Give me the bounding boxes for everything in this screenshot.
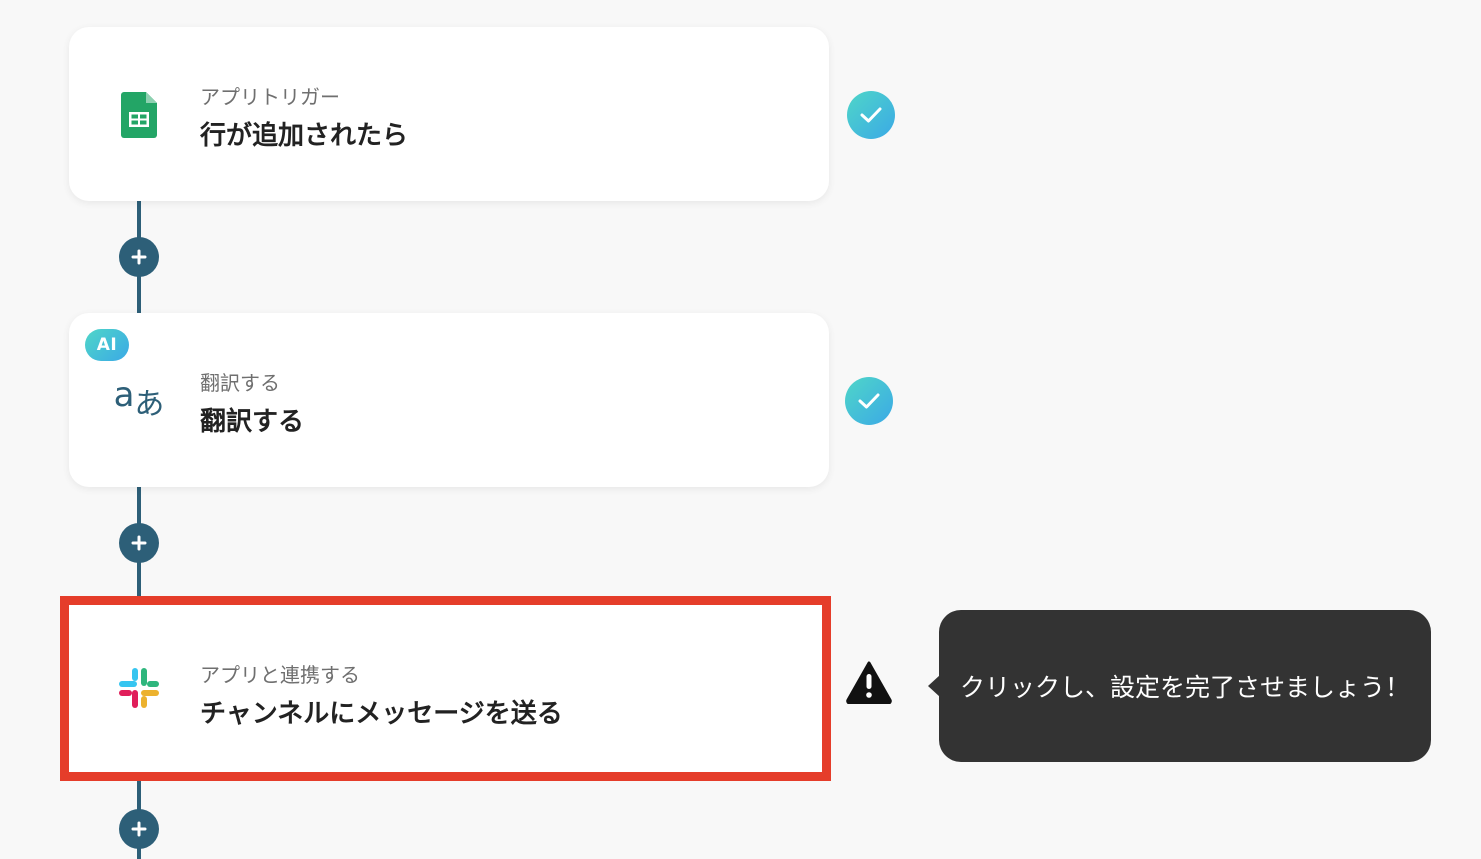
translate-latin-glyph: a [113,375,135,415]
plus-icon [131,535,147,551]
warning-icon [845,660,893,705]
add-step-button[interactable] [119,809,159,849]
google-sheets-icon [113,89,165,141]
step-subtitle: 翻訳する [200,371,280,395]
setup-tooltip: クリックし、設定を完了させましょう！ [939,610,1431,762]
step-card-translate[interactable]: AI aあ 翻訳する 翻訳する [69,313,829,487]
add-step-button[interactable] [119,523,159,563]
step-subtitle: アプリと連携する [200,663,360,687]
slack-icon [113,662,165,714]
step-title: 行が追加されたら [200,121,409,151]
step-card-slack[interactable]: アプリと連携する チャンネルにメッセージを送る [60,596,831,781]
flow-canvas: アプリトリガー 行が追加されたら AI aあ 翻訳する 翻訳する アプリと連携す… [0,0,1481,859]
ai-badge: AI [85,329,129,361]
tooltip-text: クリックし、設定を完了させましょう！ [959,673,1410,702]
check-icon [845,377,893,425]
step-subtitle: アプリトリガー [200,85,340,109]
plus-icon [131,249,147,265]
step-title: 翻訳する [200,407,305,437]
add-step-button[interactable] [119,237,159,277]
translate-kana-glyph: あ [134,387,165,422]
plus-icon [131,821,147,837]
translate-icon: aあ [113,373,165,425]
check-icon [847,91,895,139]
step-title: チャンネルにメッセージを送る [200,699,563,729]
step-card-trigger[interactable]: アプリトリガー 行が追加されたら [69,27,829,201]
